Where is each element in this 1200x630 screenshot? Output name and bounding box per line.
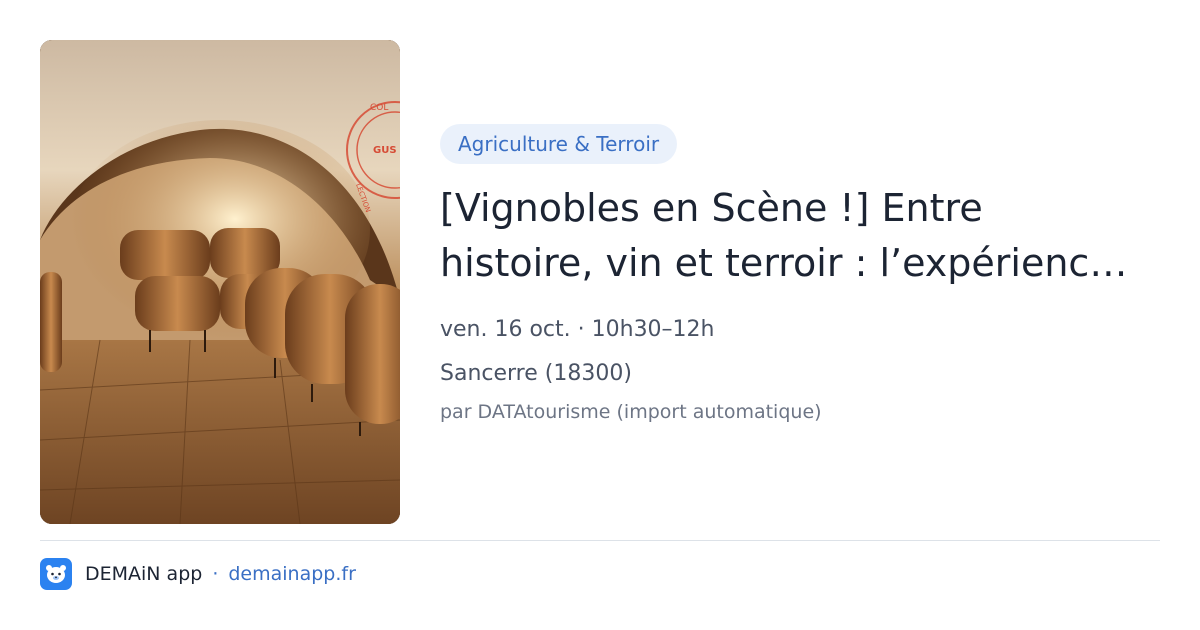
- footer: DEMAiN app · demainapp.fr: [40, 558, 356, 590]
- event-title[interactable]: [Vignobles en Scène !] Entre histoire, v…: [440, 181, 1140, 291]
- event-details: Agriculture & Terroir [Vignobles en Scèn…: [440, 124, 1160, 425]
- stamp-text-top: COL: [370, 103, 388, 113]
- event-location: Sancerre (18300): [440, 361, 632, 386]
- category-tag[interactable]: Agriculture & Terroir: [440, 124, 678, 164]
- footer-divider: [40, 540, 1160, 541]
- event-source: par DATAtourisme (import automatique): [440, 401, 822, 423]
- event-image: COL GUS LECTION: [40, 40, 400, 524]
- event-title-line-2: histoire, vin et terroir : l’expérienc…: [440, 241, 1128, 285]
- demain-bear-icon: [40, 558, 72, 590]
- footer-separator: ·: [212, 563, 219, 585]
- event-date: ven. 16 oct. · 10h30–12h: [440, 317, 715, 342]
- event-title-line-1: [Vignobles en Scène !] Entre: [440, 186, 983, 230]
- app-url-link[interactable]: demainapp.fr: [228, 563, 356, 585]
- stamp-text-middle: GUS: [373, 145, 397, 156]
- app-name: DEMAiN app: [85, 563, 203, 585]
